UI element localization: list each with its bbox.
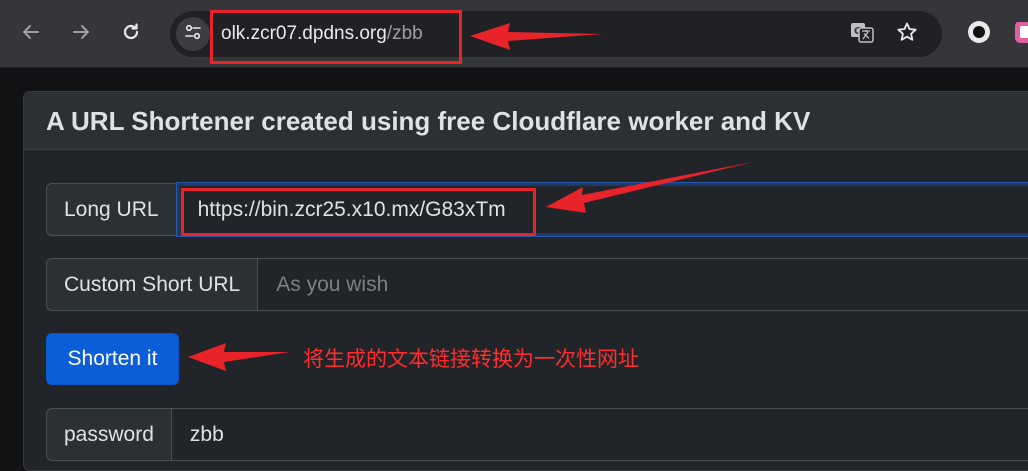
reload-icon — [121, 22, 141, 42]
star-icon — [896, 21, 918, 48]
forward-button[interactable] — [63, 14, 99, 50]
translate-button[interactable]: G — [850, 22, 874, 46]
annotation-note: 将生成的文本链接转换为一次性网址 — [303, 348, 639, 371]
password-input[interactable]: zbb — [171, 408, 1028, 461]
reload-button[interactable] — [113, 14, 149, 50]
back-button[interactable] — [13, 14, 49, 50]
page-title: A URL Shortener created using free Cloud… — [24, 92, 1028, 150]
site-settings-icon — [183, 22, 203, 47]
long-url-label: Long URL — [46, 183, 177, 236]
circle-extension-icon — [967, 20, 991, 49]
password-label: password — [46, 408, 172, 461]
translate-icon: G — [850, 20, 874, 49]
bookmark-button[interactable] — [895, 22, 919, 46]
url-highlight-box — [210, 10, 462, 64]
browser-toolbar: olk.zcr07.dpdns.org/zbb G — [0, 0, 1028, 68]
shortener-card: A URL Shortener created using free Cloud… — [23, 91, 1028, 471]
page-viewport: A URL Shortener created using free Cloud… — [0, 68, 1028, 471]
extension-button-2[interactable] — [1014, 22, 1028, 46]
back-arrow-icon — [21, 22, 41, 42]
long-url-highlight-box — [181, 188, 536, 236]
shorten-button[interactable]: Shorten it — [46, 333, 179, 385]
custom-short-url-group: Custom Short URL As you wish — [46, 258, 1028, 311]
extension-button-1[interactable] — [967, 20, 991, 49]
password-group: password zbb — [46, 408, 1028, 461]
custom-short-url-label: Custom Short URL — [46, 258, 259, 311]
forward-arrow-icon — [71, 22, 91, 42]
site-info-button[interactable] — [176, 17, 210, 51]
pink-extension-icon — [1014, 22, 1028, 46]
custom-short-url-input[interactable]: As you wish — [258, 258, 1028, 311]
